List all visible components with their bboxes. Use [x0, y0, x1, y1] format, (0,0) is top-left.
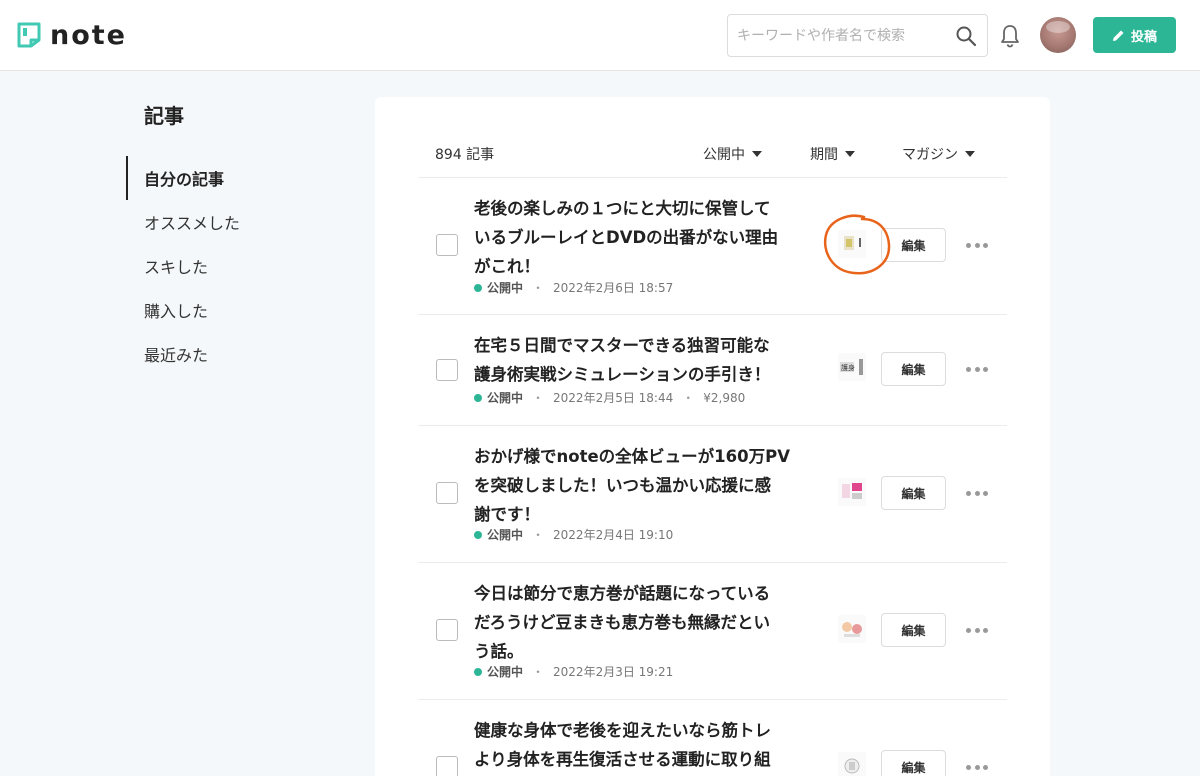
edit-button[interactable]: 編集	[881, 613, 946, 647]
article-row: おかげ様でnoteの全体ビューが160万PV を突破しました！いつも温かい応援に…	[418, 426, 1007, 563]
article-title[interactable]: おかげ様でnoteの全体ビューが160万PV を突破しました！いつも温かい応援に…	[474, 442, 814, 529]
status-dot	[474, 530, 482, 539]
top-header: note 投稿	[0, 0, 1200, 71]
separator: ・	[682, 391, 695, 405]
article-title-line: だろうけど豆まきも恵方巻も無縁だとい	[474, 613, 771, 632]
article-status: 公開中	[487, 391, 524, 405]
edit-button[interactable]: 編集	[881, 750, 946, 776]
filter-period-label: 期間	[810, 147, 838, 163]
article-title-line: がこれ！	[474, 257, 540, 276]
caret-down-icon	[845, 151, 855, 157]
user-avatar[interactable]	[1040, 17, 1076, 53]
article-title-line: 今日は節分で恵方巻が話題になっている	[474, 584, 771, 603]
status-dot	[474, 393, 482, 402]
article-status: 公開中	[487, 281, 524, 295]
more-options-icon[interactable]	[966, 241, 988, 249]
filter-period[interactable]: 期間	[810, 144, 855, 164]
note-logo[interactable]: note	[16, 19, 127, 51]
separator: ・	[532, 665, 545, 679]
sidebar-item-liked[interactable]: スキした	[126, 244, 240, 288]
filter-magazine[interactable]: マガジン	[902, 144, 975, 164]
separator: ・	[532, 391, 545, 405]
article-title-line: 在宅５日間でマスターできる独習可能な	[474, 336, 770, 355]
more-options-icon[interactable]	[966, 365, 988, 373]
more-options-icon[interactable]	[966, 626, 988, 634]
article-row: 健康な身体で老後を迎えたいなら筋トレ より身体を再生復活させる運動に取り組 編集	[418, 700, 1007, 776]
search-box[interactable]	[727, 14, 988, 57]
edit-button[interactable]: 編集	[881, 352, 946, 386]
article-checkbox[interactable]	[436, 359, 458, 381]
article-title-line: いるブルーレイとDVDの出番がない理由	[474, 228, 779, 247]
article-meta: 公開中 ・ 2022年2月4日 19:10	[474, 526, 673, 543]
article-title[interactable]: 在宅５日間でマスターできる独習可能な 護身術実戦シミュレーションの手引き！	[474, 331, 814, 389]
article-title[interactable]: 健康な身体で老後を迎えたいなら筋トレ より身体を再生復活させる運動に取り組	[474, 716, 814, 774]
sidebar-item-recommended[interactable]: オススメした	[126, 200, 240, 244]
article-title[interactable]: 老後の楽しみの１つにと大切に保管して いるブルーレイとDVDの出番がない理由 が…	[474, 194, 814, 281]
article-thumbnail	[838, 752, 866, 776]
article-title-line: おかげ様でnoteの全体ビューが160万PV	[474, 447, 790, 466]
article-checkbox[interactable]	[436, 619, 458, 641]
article-thumbnail	[838, 230, 866, 258]
separator: ・	[532, 528, 545, 542]
sidebar-nav: 自分の記事 オススメした スキした 購入した 最近みた	[126, 156, 240, 376]
article-title-line: より身体を再生復活させる運動に取り組	[474, 750, 771, 769]
filter-status-label: 公開中	[703, 147, 745, 163]
article-thumbnail: 護身	[838, 353, 866, 381]
article-date: 2022年2月6日 18:57	[553, 281, 674, 295]
note-logo-icon	[17, 22, 41, 48]
article-title-line: 謝です！	[474, 505, 540, 524]
article-row: 今日は節分で恵方巻が話題になっている だろうけど豆まきも恵方巻も無縁だとい う話…	[418, 563, 1007, 700]
article-title-line: を突破しました！いつも温かい応援に感	[474, 476, 771, 495]
edit-button[interactable]: 編集	[881, 476, 946, 510]
article-price: ¥2,980	[703, 390, 746, 405]
pencil-icon	[1112, 30, 1124, 41]
edit-button[interactable]: 編集	[881, 228, 946, 262]
article-date: 2022年2月4日 19:10	[553, 528, 674, 542]
article-meta: 公開中 ・ 2022年2月5日 18:44 ・ ¥2,980	[474, 389, 745, 406]
search-icon[interactable]	[955, 25, 977, 47]
article-status: 公開中	[487, 665, 524, 679]
sidebar-item-recently-viewed[interactable]: 最近みた	[126, 332, 240, 376]
article-count: 894 記事	[435, 147, 495, 163]
sidebar-item-my-articles[interactable]: 自分の記事	[126, 156, 240, 200]
sidebar-item-purchased[interactable]: 購入した	[126, 288, 240, 332]
more-options-icon[interactable]	[966, 763, 988, 771]
article-title-line: 健康な身体で老後を迎えたいなら筋トレ	[474, 721, 771, 740]
post-button[interactable]: 投稿	[1093, 17, 1176, 53]
caret-down-icon	[965, 151, 975, 157]
article-title-line: 老後の楽しみの１つにと大切に保管して	[474, 199, 771, 218]
article-title[interactable]: 今日は節分で恵方巻が話題になっている だろうけど豆まきも恵方巻も無縁だとい う話…	[474, 579, 814, 666]
filter-magazine-label: マガジン	[902, 147, 958, 163]
article-status: 公開中	[487, 528, 524, 542]
articles-card: 894 記事 公開中 期間 マガジン 老後の楽しみの１つにと大切に保管して いる…	[375, 97, 1050, 776]
status-dot	[474, 283, 482, 292]
status-dot	[474, 667, 482, 676]
article-title-line: う話。	[474, 642, 524, 661]
filter-status[interactable]: 公開中	[703, 144, 762, 164]
article-date: 2022年2月3日 19:21	[553, 665, 674, 679]
article-meta: 公開中 ・ 2022年2月6日 18:57	[474, 279, 673, 296]
post-button-label: 投稿	[1130, 29, 1157, 45]
article-checkbox[interactable]	[436, 234, 458, 256]
article-title-line: 護身術実戦シミュレーションの手引き！	[474, 365, 771, 384]
separator: ・	[532, 281, 545, 295]
sidebar-title: 記事	[144, 104, 184, 128]
article-thumbnail	[838, 478, 866, 506]
notification-bell-icon[interactable]	[999, 23, 1021, 49]
caret-down-icon	[752, 151, 762, 157]
article-thumbnail	[838, 615, 866, 643]
more-options-icon[interactable]	[966, 489, 988, 497]
article-row: 老後の楽しみの１つにと大切に保管して いるブルーレイとDVDの出番がない理由 が…	[418, 178, 1007, 315]
search-input[interactable]	[737, 15, 947, 56]
article-checkbox[interactable]	[436, 756, 458, 776]
logo-text: note	[50, 19, 127, 51]
article-meta: 公開中 ・ 2022年2月3日 19:21	[474, 663, 673, 680]
article-row: 在宅５日間でマスターできる独習可能な 護身術実戦シミュレーションの手引き！ 公開…	[418, 315, 1007, 426]
article-checkbox[interactable]	[436, 482, 458, 504]
svg-text:護身: 護身	[841, 363, 855, 372]
article-date: 2022年2月5日 18:44	[553, 391, 674, 405]
